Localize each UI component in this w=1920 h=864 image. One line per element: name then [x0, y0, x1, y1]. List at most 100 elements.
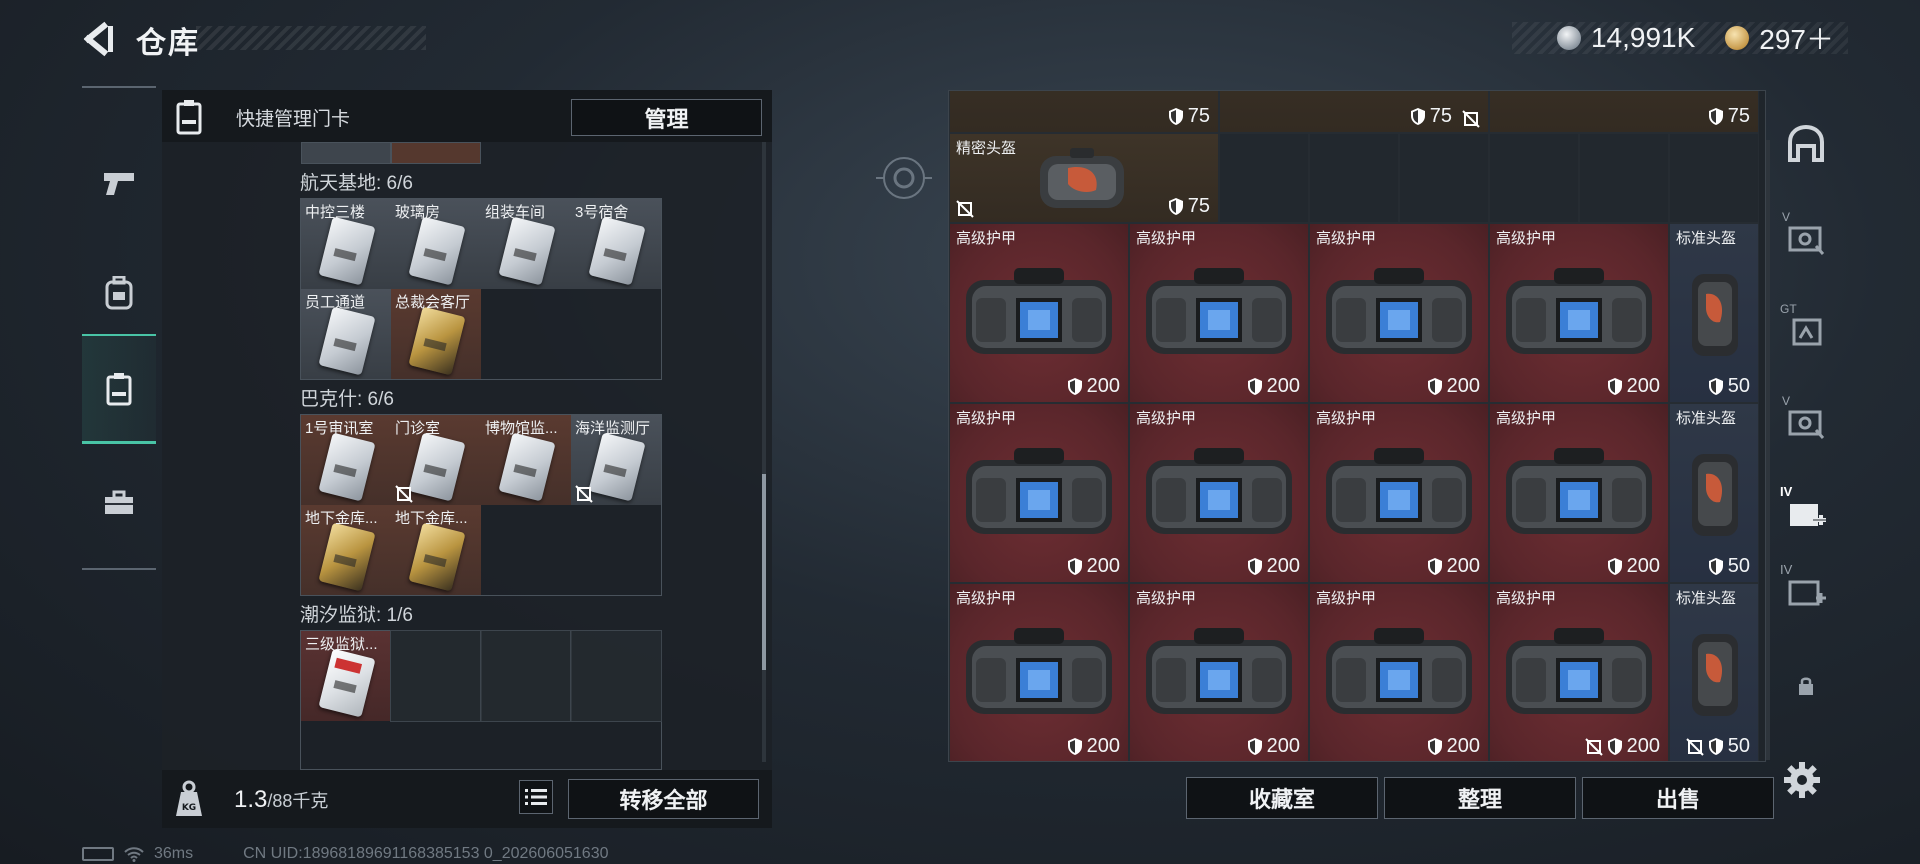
- keycard-image: [408, 432, 466, 502]
- armor-slot[interactable]: 高级护甲 200: [949, 583, 1129, 761]
- card-label: 员工通道: [305, 294, 366, 311]
- armor-vest-image: [966, 448, 1112, 534]
- empty-card-slot: [390, 630, 482, 722]
- gear-icon: [1784, 762, 1820, 798]
- storage-scrollbar[interactable]: [1766, 140, 1770, 760]
- armor-slot[interactable]: 高级护甲 200: [1129, 223, 1309, 403]
- tab-toolbox[interactable]: [82, 448, 156, 558]
- durability: 200: [1247, 735, 1300, 758]
- collection-room-button[interactable]: 收藏室: [1186, 777, 1378, 819]
- ping-text: 36ms: [154, 845, 194, 862]
- storage-slot[interactable]: 75: [1489, 91, 1759, 133]
- armor-slot[interactable]: 高级护甲 200: [1309, 583, 1489, 761]
- keycard-image: [318, 216, 376, 286]
- armor-slot[interactable]: 高级护甲 200: [1309, 223, 1489, 403]
- shield-icon: [1708, 738, 1723, 755]
- armor-vest-image: [1506, 448, 1652, 534]
- armor-vest-image: [1146, 628, 1292, 714]
- settings-button[interactable]: [1780, 758, 1824, 802]
- rail-helmet[interactable]: [1778, 114, 1834, 174]
- item-label: 高级护甲: [1136, 230, 1197, 247]
- manage-button[interactable]: 管理: [571, 99, 762, 136]
- helmet-slot[interactable]: 标准头盔 50: [1669, 403, 1759, 583]
- shield-icon: [1247, 738, 1262, 755]
- durability-value: 50: [1727, 555, 1750, 577]
- toolbox-icon: [105, 490, 133, 514]
- storage-slot[interactable]: 75: [949, 91, 1219, 133]
- keycard-header-label: 快捷管理门卡: [236, 109, 351, 130]
- list-view-button[interactable]: [519, 780, 553, 814]
- keycard-slot[interactable]: 博物馆监...: [481, 415, 571, 505]
- keycard-slot[interactable]: 地下金库...: [301, 505, 391, 595]
- keycard-slot[interactable]: 地下金库...: [391, 505, 481, 595]
- armor-slot[interactable]: 高级护甲 200: [1309, 403, 1489, 583]
- keycard-slot[interactable]: 员工通道: [301, 289, 391, 379]
- armor-slot[interactable]: 高级护甲 200: [1129, 403, 1309, 583]
- empty-slot: [1399, 133, 1489, 223]
- rail-tier-label: V: [1782, 394, 1791, 408]
- empty-slot: [1579, 133, 1669, 223]
- armor-slot[interactable]: 高级护甲 200: [1489, 583, 1669, 761]
- shield-icon: [1168, 108, 1183, 125]
- card-cell-partial[interactable]: [301, 142, 391, 164]
- durability-value: 50: [1727, 735, 1750, 757]
- armor-slot[interactable]: 高级护甲 200: [1489, 223, 1669, 403]
- keycard-slot[interactable]: 1号审讯室: [301, 415, 391, 505]
- rail-tier-label: IV: [1780, 562, 1793, 577]
- keycard-slot[interactable]: 三级监狱...: [301, 631, 391, 721]
- armor-slot[interactable]: 高级护甲 200: [1489, 403, 1669, 583]
- title-decor: [196, 26, 426, 50]
- no-transfer-icon: [1686, 737, 1704, 756]
- rail-tier-label: GT: [1780, 302, 1797, 316]
- rail-case-gt[interactable]: GT: [1778, 298, 1834, 358]
- armor-slot[interactable]: 高级护甲 200: [949, 223, 1129, 403]
- helmet-slot[interactable]: 标准头盔 50: [1669, 223, 1759, 403]
- durability: 200: [1427, 375, 1480, 398]
- storage-slot[interactable]: 精密头盔 75: [949, 133, 1219, 223]
- durability: 50: [1708, 555, 1750, 578]
- sell-button[interactable]: 出售: [1582, 777, 1774, 819]
- keycard-slot[interactable]: 门诊室: [391, 415, 481, 505]
- durability: 75: [1410, 105, 1452, 128]
- storage-slot[interactable]: 75: [1219, 91, 1489, 133]
- item-label: 高级护甲: [1496, 230, 1557, 247]
- keycard-image: [588, 216, 646, 286]
- armor-slot[interactable]: 高级护甲 200: [1129, 583, 1309, 761]
- durability: [1462, 110, 1480, 128]
- keycard-slot[interactable]: 组装车间: [481, 199, 571, 289]
- durability-value: 75: [1187, 105, 1210, 127]
- currency-primary: 14,991K: [1590, 22, 1696, 53]
- keycard-image: [498, 432, 556, 502]
- shield-icon: [1067, 378, 1082, 395]
- rail-case-v2[interactable]: V: [1778, 390, 1834, 450]
- keycard-slot[interactable]: 中控三楼: [301, 199, 391, 289]
- helmet-slot[interactable]: 标准头盔 50: [1669, 583, 1759, 761]
- back-arrow-icon[interactable]: [82, 20, 116, 58]
- keycard-slot[interactable]: 海洋监测厅: [571, 415, 661, 505]
- weight-value: 1.3: [234, 786, 268, 813]
- keycard-slot[interactable]: 总裁会客厅: [391, 289, 481, 379]
- keycard-image: [498, 216, 556, 286]
- armor-vest-image: [1506, 628, 1652, 714]
- page-title: 仓库: [136, 27, 200, 60]
- currency-secondary[interactable]: 297＋: [1759, 18, 1834, 58]
- tab-weapons[interactable]: [82, 128, 156, 238]
- keycard-slot[interactable]: 玻璃房: [391, 199, 481, 289]
- keycard-slot[interactable]: 3号宿舍: [571, 199, 661, 289]
- keycard-scrollbar-thumb[interactable]: [762, 474, 766, 670]
- rail-case-v[interactable]: V: [1778, 206, 1834, 266]
- rail-case-iv2[interactable]: IV: [1778, 560, 1834, 620]
- card-label: 博物馆监...: [485, 420, 558, 437]
- tab-keycards[interactable]: [82, 334, 156, 444]
- shield-icon: [1067, 558, 1082, 575]
- card-label: 1号审讯室: [305, 420, 374, 437]
- tab-backpack[interactable]: [82, 238, 156, 348]
- shield-icon: [1247, 558, 1262, 575]
- organize-button[interactable]: 整理: [1384, 777, 1576, 819]
- durability: 200: [1427, 735, 1480, 758]
- armor-slot[interactable]: 高级护甲 200: [949, 403, 1129, 583]
- rail-case-iv[interactable]: IV: [1778, 482, 1834, 542]
- rail-locked[interactable]: [1778, 656, 1834, 716]
- card-cell-partial[interactable]: [391, 142, 481, 164]
- transfer-all-button[interactable]: 转移全部: [568, 779, 759, 819]
